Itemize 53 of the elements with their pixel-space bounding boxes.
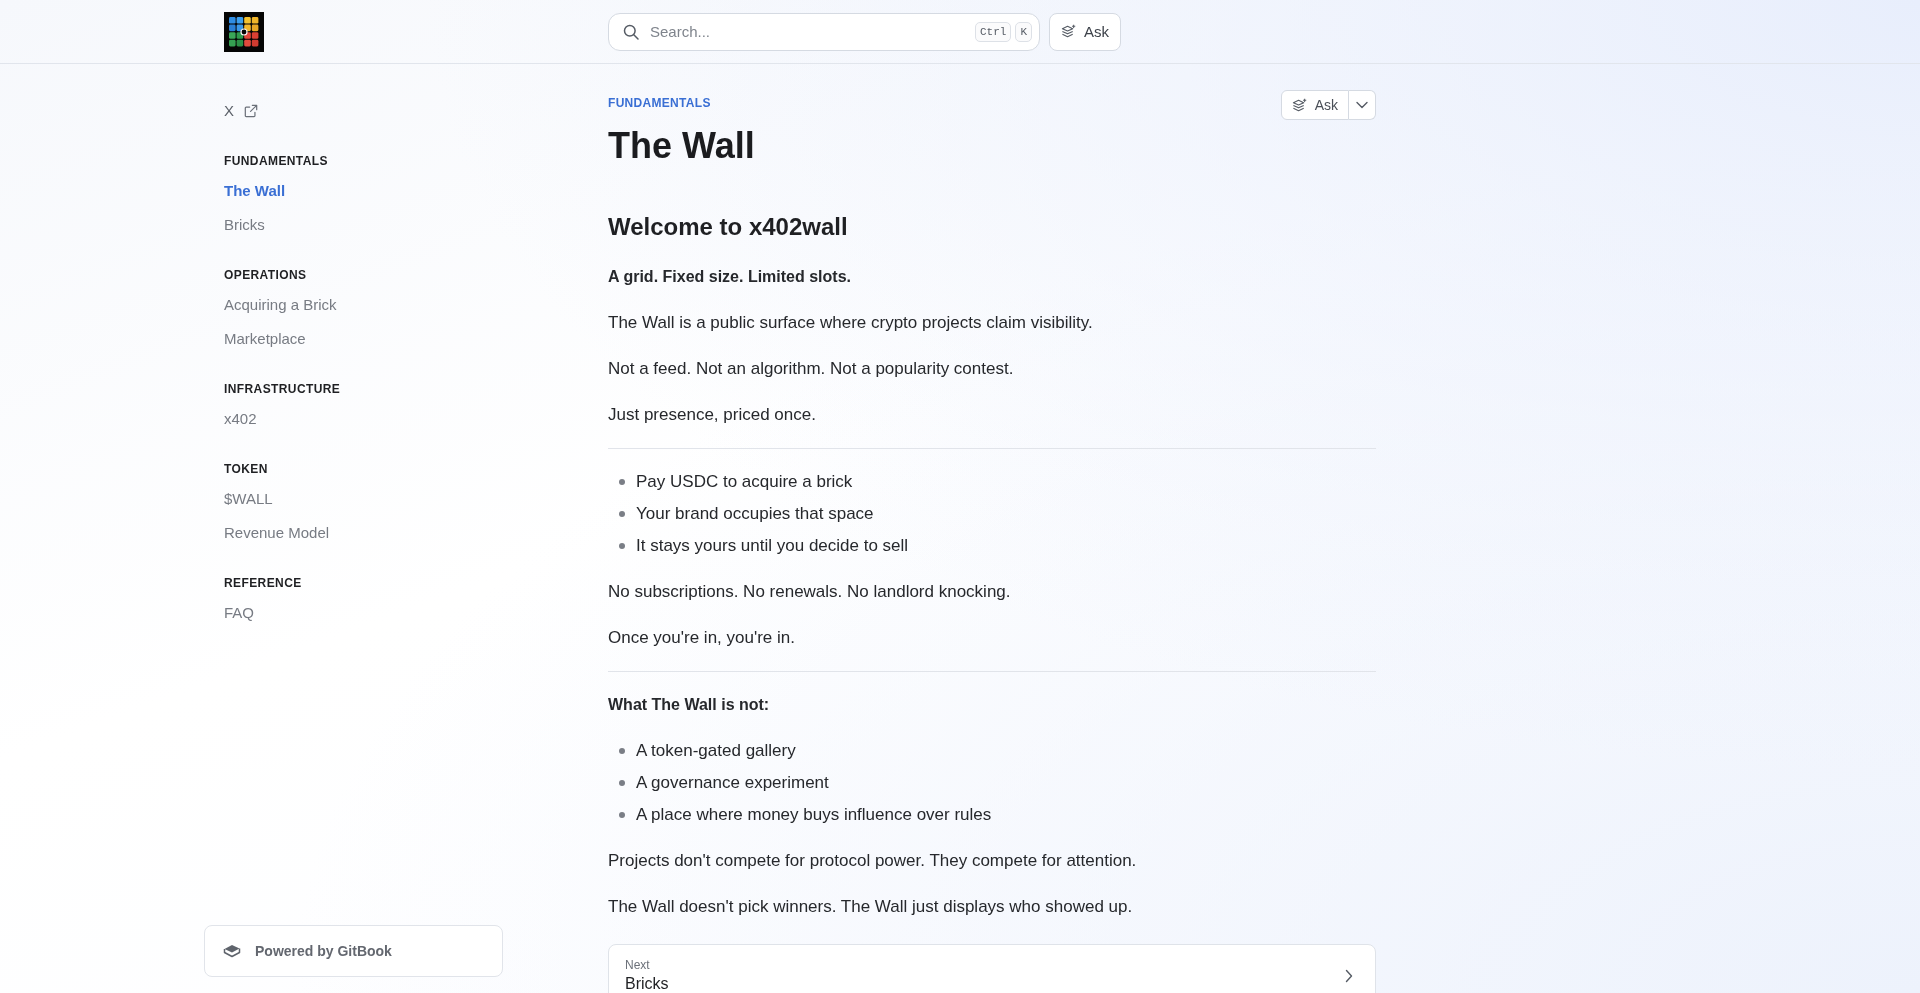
bullet-icon [619, 479, 625, 485]
section-heading: INFRASTRUCTURE [224, 381, 341, 397]
section-heading: TOKEN [224, 461, 268, 477]
sidebar-item[interactable]: Acquiring a Brick [224, 288, 337, 322]
breadcrumb: FUNDAMENTALS [608, 95, 711, 111]
ask-button[interactable]: Ask [1049, 12, 1121, 51]
bullet-icon [619, 543, 625, 549]
powered-by-link[interactable]: Powered by GitBook [204, 925, 503, 977]
list-item: A place where money buys influence over rules [636, 804, 992, 826]
paragraph: The Wall doesn't pick winners. The Wall just displays who showed up. [608, 896, 1134, 918]
bold-paragraph: What The Wall is not: [608, 695, 771, 715]
sidebar-item[interactable]: Bricks [224, 208, 265, 242]
book-icon [223, 943, 241, 959]
bullet-icon [619, 780, 625, 786]
paragraph: Once you're in, you're in. [608, 627, 796, 649]
bold-paragraph: A grid. Fixed size. Limited slots. [608, 267, 852, 287]
list-item: Pay USDC to acquire a brick [636, 471, 853, 493]
dropdown-button[interactable] [1349, 90, 1376, 120]
bullet-icon [619, 812, 625, 818]
ask-button[interactable]: Ask [1280, 90, 1349, 120]
paragraph: Just presence, priced once. [608, 404, 817, 426]
section-heading: OPERATIONS [224, 267, 307, 283]
external-link-icon [244, 104, 258, 118]
search-icon [623, 23, 639, 40]
next-page-link[interactable]: Next Bricks [608, 944, 1376, 993]
x-link[interactable]: X [224, 100, 258, 122]
list-item: A governance experiment [636, 772, 829, 794]
chevron-down-icon [1356, 101, 1368, 109]
bullet-icon [619, 511, 625, 517]
bullet-icon [619, 748, 625, 754]
section-heading: REFERENCE [224, 575, 302, 591]
section-title: Welcome to x402wall [608, 212, 849, 242]
sidebar-item[interactable]: Revenue Model [224, 516, 330, 550]
paragraph: Projects don't compete for protocol power. They compete for attention. [608, 850, 1138, 872]
list-item: Your brand occupies that space [636, 503, 874, 525]
page-title: The Wall [608, 124, 756, 168]
next-page-title: Bricks [625, 975, 669, 993]
layers-icon [1061, 24, 1076, 39]
sidebar-item[interactable]: $WALL [224, 482, 273, 516]
sidebar-item[interactable]: The Wall [224, 174, 286, 208]
sidebar-item[interactable]: x402 [224, 402, 257, 436]
list-item: It stays yours until you decide to sell [636, 535, 909, 557]
section-heading: FUNDAMENTALS [224, 153, 328, 169]
logo-icon[interactable] [224, 11, 264, 52]
sidebar-item[interactable]: Marketplace [224, 322, 306, 356]
layers-icon [1291, 97, 1307, 113]
chevron-right-icon [1345, 968, 1353, 983]
paragraph: Not a feed. Not an algorithm. Not a popularity contest. [608, 358, 1015, 380]
next-label: Next [625, 958, 651, 972]
paragraph: No subscriptions. No renewals. No landlord knocking. [608, 581, 1012, 603]
paragraph: The Wall is a public surface where crypto projects claim visibility. [608, 312, 1094, 334]
list-item: A token-gated gallery [636, 740, 796, 762]
sidebar-item[interactable]: FAQ [224, 596, 254, 630]
